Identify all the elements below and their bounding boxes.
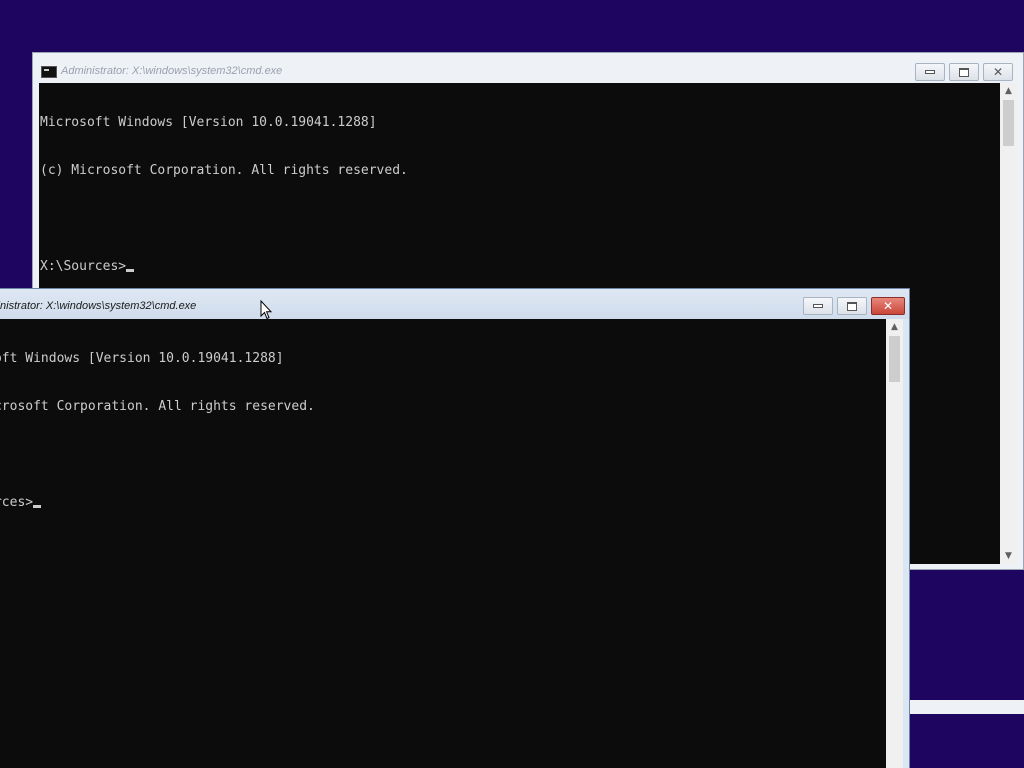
console-line: Microsoft Windows [Version 10.0.19041.12… bbox=[0, 351, 284, 366]
vertical-scrollbar[interactable]: ▲ bbox=[886, 319, 903, 768]
console-line: Microsoft Windows [Version 10.0.19041.12… bbox=[40, 115, 377, 130]
scroll-up-icon[interactable]: ▲ bbox=[886, 319, 903, 335]
close-icon: ✕ bbox=[992, 65, 1004, 79]
cmd-window-front[interactable]: Administrator: X:\windows\system32\cmd.e… bbox=[0, 288, 910, 768]
window-title: Administrator: X:\windows\system32\cmd.e… bbox=[0, 300, 197, 312]
cmd-icon bbox=[41, 66, 57, 78]
minimize-button[interactable] bbox=[915, 63, 945, 81]
text-cursor bbox=[126, 269, 135, 272]
maximize-button[interactable] bbox=[837, 297, 867, 315]
console-prompt: X:\Sources> bbox=[0, 495, 34, 510]
scroll-thumb[interactable] bbox=[1003, 100, 1014, 146]
minimize-icon bbox=[813, 304, 823, 308]
scroll-up-icon[interactable]: ▲ bbox=[1000, 83, 1017, 99]
restore-icon bbox=[959, 67, 969, 77]
vertical-scrollbar[interactable]: ▲ ▼ bbox=[1000, 83, 1017, 564]
scroll-down-icon[interactable]: ▼ bbox=[1000, 548, 1017, 564]
window-frame-fragment bbox=[910, 700, 1024, 714]
minimize-icon bbox=[925, 70, 935, 74]
scroll-thumb[interactable] bbox=[889, 336, 900, 382]
maximize-button[interactable] bbox=[949, 63, 979, 81]
console-prompt-line[interactable]: X:\Sources> bbox=[0, 495, 887, 511]
mouse-pointer-icon bbox=[260, 300, 272, 320]
console-prompt: X:\Sources> bbox=[40, 259, 127, 274]
console-prompt-line[interactable]: X:\Sources> bbox=[40, 259, 1002, 275]
console-line: (c) Microsoft Corporation. All rights re… bbox=[40, 163, 408, 178]
text-cursor bbox=[33, 505, 42, 508]
desktop-background: Administrator: X:\windows\system32\cmd.e… bbox=[0, 0, 1024, 768]
close-button[interactable]: ✕ bbox=[983, 63, 1013, 81]
restore-icon bbox=[847, 301, 857, 311]
close-icon: ✕ bbox=[882, 299, 894, 313]
console-line: (c) Microsoft Corporation. All rights re… bbox=[0, 399, 315, 414]
title-bar[interactable]: Administrator: X:\windows\system32\cmd.e… bbox=[33, 53, 1023, 83]
console-output[interactable]: Microsoft Windows [Version 10.0.19041.12… bbox=[0, 319, 887, 768]
window-title: Administrator: X:\windows\system32\cmd.e… bbox=[61, 65, 283, 77]
title-bar[interactable]: Administrator: X:\windows\system32\cmd.e… bbox=[0, 289, 909, 319]
minimize-button[interactable] bbox=[803, 297, 833, 315]
close-button[interactable]: ✕ bbox=[871, 297, 905, 315]
